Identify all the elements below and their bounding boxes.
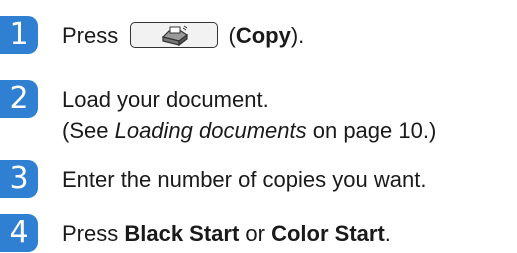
step-text: Press (Copy). <box>62 20 304 51</box>
see-reference-line: (See Loading documents on page 10.) <box>62 115 436 146</box>
press-label: Press <box>62 221 125 246</box>
color-start-label: Color Start <box>271 221 385 246</box>
see-suffix: on page 10.) <box>306 118 437 143</box>
black-start-label: Black Start <box>124 221 240 246</box>
step-number-badge: 3 <box>0 160 38 198</box>
see-prefix: (See <box>62 118 115 143</box>
load-document-line: Load your document. <box>62 87 269 112</box>
step-text: Enter the number of copies you want. <box>62 167 427 192</box>
paren-close: ). <box>290 23 305 48</box>
copy-icon <box>162 25 189 47</box>
press-label: Press <box>62 23 119 48</box>
step-text: Load your document. (See Loading documen… <box>62 84 436 146</box>
or-label: or <box>239 221 272 246</box>
copy-button <box>130 22 219 49</box>
step-number-badge: 1 <box>0 16 38 54</box>
loading-documents-link: Loading documents <box>114 118 307 143</box>
step-number-badge: 2 <box>0 80 38 118</box>
step-number-badge: 4 <box>0 214 38 252</box>
period: . <box>384 221 391 246</box>
copy-label: Copy <box>235 23 291 48</box>
paren-open: ( <box>228 23 236 48</box>
step-text: Press Black Start or Color Start. <box>62 218 391 249</box>
